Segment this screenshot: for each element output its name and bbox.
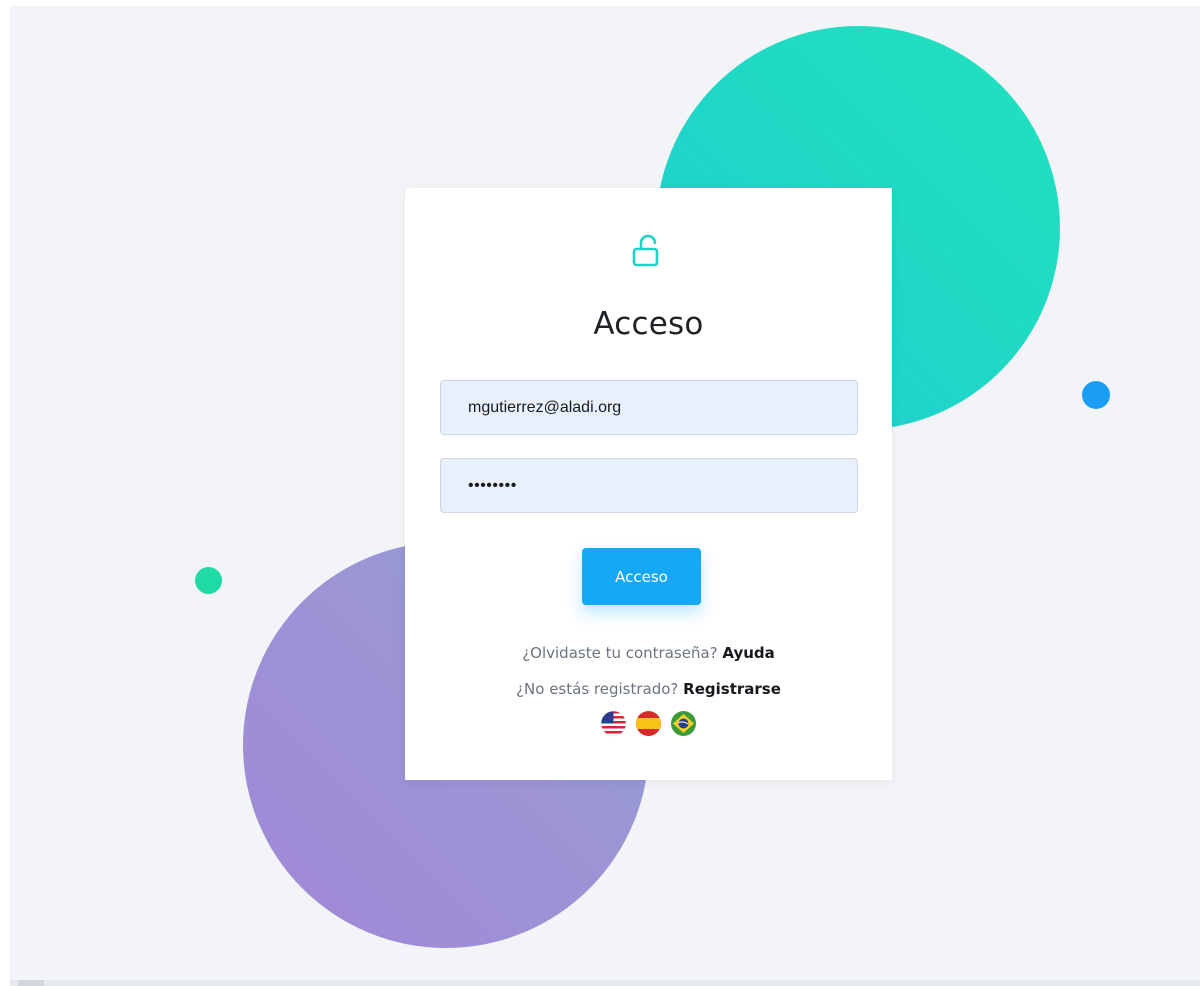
forgot-password-row: ¿Olvidaste tu contraseña? Ayuda — [405, 644, 892, 662]
page-background: Acceso Acceso ¿Olvidaste tu contraseña? … — [10, 6, 1200, 980]
email-field[interactable] — [440, 380, 858, 435]
unlock-icon — [629, 232, 667, 272]
register-row: ¿No estás registrado? Registrarse — [405, 680, 892, 698]
password-field[interactable] — [440, 458, 858, 513]
decorative-green-dot — [195, 567, 222, 594]
login-card: Acceso Acceso ¿Olvidaste tu contraseña? … — [405, 188, 892, 780]
login-button[interactable]: Acceso — [582, 548, 701, 605]
bottom-strip-tab — [18, 980, 44, 986]
forgot-password-text: ¿Olvidaste tu contraseña? — [522, 644, 718, 662]
decorative-blue-dot — [1082, 381, 1110, 409]
bottom-strip — [10, 980, 1200, 986]
brazil-flag-icon[interactable] — [670, 710, 697, 737]
spain-flag-icon[interactable] — [635, 710, 662, 737]
register-link[interactable]: Registrarse — [683, 680, 781, 698]
page-title: Acceso — [593, 306, 704, 342]
us-flag-icon[interactable] — [600, 710, 627, 737]
help-link[interactable]: Ayuda — [722, 644, 774, 662]
language-selector — [405, 710, 892, 737]
not-registered-text: ¿No estás registrado? — [516, 680, 679, 698]
